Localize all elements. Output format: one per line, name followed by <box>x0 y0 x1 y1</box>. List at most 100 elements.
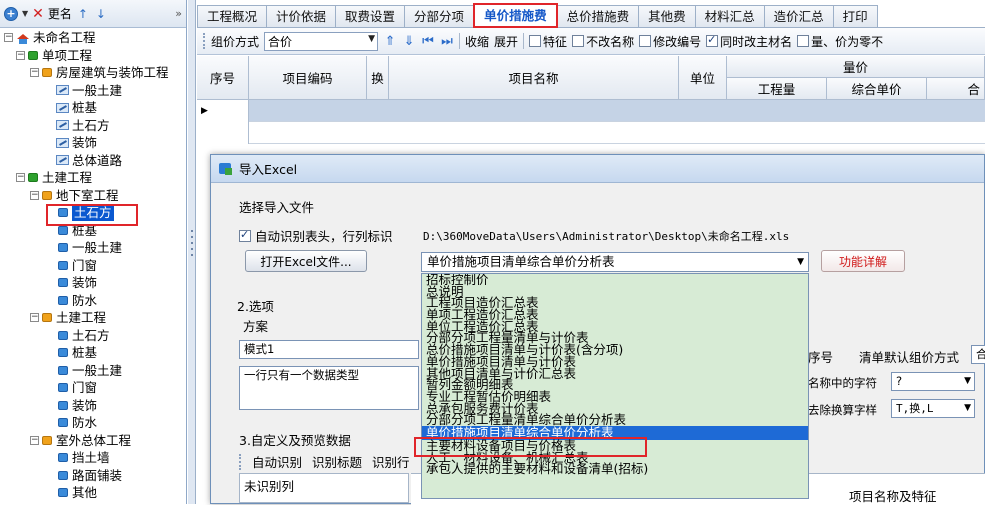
tree-node-decoration[interactable]: 装饰 <box>0 134 186 152</box>
tab-cost-summary[interactable]: 造价汇总 <box>763 5 834 28</box>
feature-checkbox[interactable]: 特征 <box>529 33 567 50</box>
recognize-title-button[interactable]: 识别标题 <box>312 452 362 471</box>
delete-icon[interactable]: ✕ <box>32 6 44 22</box>
tree-node-other[interactable]: 其他 <box>0 484 186 502</box>
tree-node-basement[interactable]: − 地下室工程 <box>0 187 186 205</box>
tree-node-basement-earthwork[interactable]: 土石方 <box>0 204 186 222</box>
dropdown-option[interactable]: 招标控制价 <box>422 274 808 286</box>
tree-node-general-civil[interactable]: 一般土建 <box>0 82 186 100</box>
dialog-titlebar[interactable]: 导入Excel <box>211 155 984 183</box>
tree-node-earthwork[interactable]: 土石方 <box>0 117 186 135</box>
name-chars-select[interactable]: ? ▼ <box>891 372 975 391</box>
collapse-button[interactable]: 收缩 <box>465 33 489 50</box>
open-excel-button[interactable]: 打开Excel文件... <box>245 250 367 272</box>
tree-node-building-decoration[interactable]: − 房屋建筑与装饰工程 <box>0 64 186 82</box>
tree-node-road[interactable]: 总体道路 <box>0 152 186 170</box>
tree-node-pile[interactable]: 桩基 <box>0 99 186 117</box>
auto-recognize-button[interactable]: 自动识别 <box>252 452 302 471</box>
checkbox-label: 同时改主材名 <box>720 34 793 49</box>
tab-sub-items[interactable]: 分部分项 <box>404 5 475 28</box>
tree-node-civil-sub[interactable]: − 土建工程 <box>0 309 186 327</box>
tree-node-civil-pile[interactable]: 桩基 <box>0 344 186 362</box>
default-pricing-select[interactable]: 合 <box>971 345 985 364</box>
col-header-name-feature[interactable]: 项目名称及特征 <box>849 486 937 505</box>
tree-node-basement-waterproof[interactable]: 防水 <box>0 292 186 310</box>
qty-price-zero-checkbox[interactable]: 量、价为零不 <box>797 33 883 50</box>
tree-node-retaining-wall[interactable]: 挡土墙 <box>0 449 186 467</box>
tree-node-basement-decoration[interactable]: 装饰 <box>0 274 186 292</box>
move-down-icon[interactable]: ↓ <box>94 7 108 21</box>
scheme-select[interactable]: 模式1 <box>239 340 419 359</box>
tree-node-civil-waterproof[interactable]: 防水 <box>0 414 186 432</box>
collapse-icon[interactable]: − <box>30 68 39 78</box>
col-header-unit[interactable]: 单位 <box>679 56 727 100</box>
col-header-swap[interactable]: 换 <box>367 56 389 100</box>
table-row[interactable] <box>197 122 985 144</box>
separator <box>523 33 525 49</box>
tab-project-overview[interactable]: 工程概况 <box>197 5 268 28</box>
move-bottom-icon[interactable]: ⇓ <box>402 34 416 49</box>
recognize-row-button[interactable]: 识别行 <box>372 452 410 471</box>
col-header-unit-price[interactable]: 综合单价 <box>827 78 927 100</box>
tree-node-root[interactable]: − 未命名工程 <box>0 29 186 47</box>
tree-node-civil-decoration[interactable]: 装饰 <box>0 397 186 415</box>
tree-node-basement-general-civil[interactable]: 一般土建 <box>0 239 186 257</box>
tree-label: 一般土建 <box>72 362 123 378</box>
sheet-select[interactable]: 单价措施项目清单综合单价分析表 ▼ <box>421 252 809 272</box>
tree-node-single-project[interactable]: − 单项工程 <box>0 47 186 65</box>
tree-node-civil-doors[interactable]: 门窗 <box>0 379 186 397</box>
collapse-icon[interactable]: − <box>16 173 25 183</box>
col-header-more[interactable]: 合 <box>927 78 985 100</box>
modify-code-checkbox[interactable]: 修改编号 <box>639 33 701 50</box>
tab-pricing-basis[interactable]: 计价依据 <box>266 5 337 28</box>
collapse-icon[interactable]: − <box>4 33 13 43</box>
tab-print[interactable]: 打印 <box>832 5 878 28</box>
expand-button[interactable]: 展开 <box>494 33 518 50</box>
last-icon[interactable]: ⏭ <box>440 34 454 49</box>
move-up-icon[interactable]: ↑ <box>76 7 90 21</box>
table-row[interactable]: ▶ <box>197 100 985 122</box>
no-change-name-checkbox[interactable]: 不改名称 <box>572 33 634 50</box>
pricing-method-value: 合价 <box>268 34 293 49</box>
tree-node-civil-general[interactable]: 一般土建 <box>0 362 186 380</box>
edit-icon <box>56 137 69 148</box>
pricing-method-select[interactable]: 合价 ▼ <box>264 31 379 51</box>
first-icon[interactable]: ⏮ <box>421 34 435 49</box>
checkbox-box[interactable] <box>572 35 585 47</box>
collapse-icon[interactable]: − <box>30 190 39 200</box>
collapse-icon[interactable]: − <box>16 50 25 60</box>
checkbox-box-checked[interactable] <box>706 33 719 47</box>
add-dropdown-arrow-icon[interactable]: ▼ <box>22 9 28 18</box>
tab-total-price-measures[interactable]: 总价措施费 <box>556 5 640 28</box>
tree-node-basement-pile[interactable]: 桩基 <box>0 222 186 240</box>
tab-unit-price-measures[interactable]: 单价措施费 <box>473 3 558 28</box>
more-icon[interactable]: » <box>175 7 182 20</box>
collapse-icon[interactable]: − <box>30 313 39 323</box>
add-icon[interactable]: + <box>4 6 18 21</box>
checkbox-box[interactable] <box>529 35 542 47</box>
checkbox-box[interactable] <box>639 35 652 47</box>
tree-node-civil-project[interactable]: − 土建工程 <box>0 169 186 187</box>
tree-node-civil-earthwork[interactable]: 土石方 <box>0 327 186 345</box>
tree-node-basement-doors[interactable]: 门窗 <box>0 257 186 275</box>
collapse-icon[interactable]: − <box>30 435 39 445</box>
checkbox-box[interactable] <box>797 35 810 47</box>
col-header-qty[interactable]: 工程量 <box>727 78 827 100</box>
col-header-seq[interactable]: 序号 <box>197 56 249 100</box>
rename-button[interactable]: 更名 <box>48 5 72 22</box>
tab-other-fees[interactable]: 其他费 <box>638 5 696 28</box>
remove-chars-select[interactable]: T,换,L ▼ <box>891 399 975 418</box>
dropdown-option[interactable]: 承包人提供的主要材料和设备清单(招标) <box>422 463 808 475</box>
tree-node-paving[interactable]: 路面铺装 <box>0 467 186 485</box>
auto-detect-checkbox[interactable]: 自动识别表头，行列标识 <box>239 226 393 245</box>
move-top-icon[interactable]: ⇑ <box>383 34 397 49</box>
change-main-material-checkbox[interactable]: 同时改主材名 <box>706 33 792 50</box>
tree-node-outdoor[interactable]: − 室外总体工程 <box>0 432 186 450</box>
col-header-name[interactable]: 项目名称 <box>389 56 679 100</box>
function-detail-button[interactable]: 功能详解 <box>821 250 905 272</box>
panel-splitter[interactable] <box>188 0 196 504</box>
col-header-code[interactable]: 项目编码 <box>249 56 367 100</box>
tab-material-summary[interactable]: 材料汇总 <box>694 5 765 28</box>
checkbox-box-checked[interactable] <box>239 228 251 242</box>
tab-fee-settings[interactable]: 取费设置 <box>335 5 406 28</box>
